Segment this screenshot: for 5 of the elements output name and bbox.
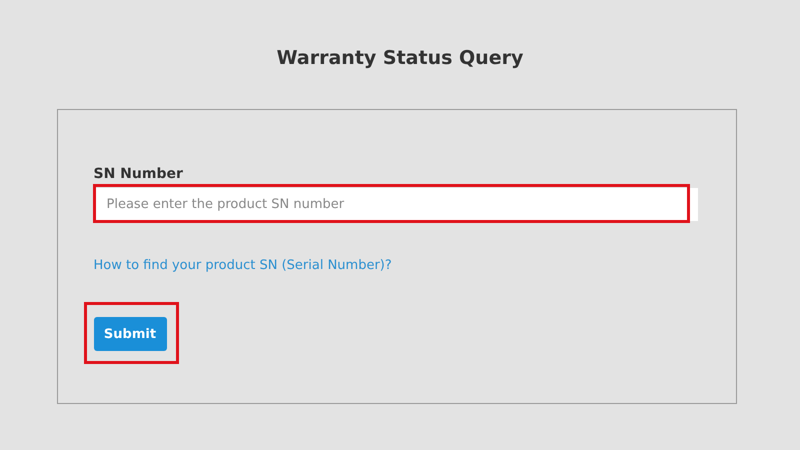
- sn-input-field[interactable]: Please enter the product SN number: [94, 188, 698, 221]
- field-label: SN Number: [94, 166, 183, 182]
- page-title: Warranty Status Query: [276, 47, 524, 69]
- help-link[interactable]: How to find your product SN (Serial Number)?: [94, 258, 392, 273]
- submit-button[interactable]: Submit: [94, 317, 166, 351]
